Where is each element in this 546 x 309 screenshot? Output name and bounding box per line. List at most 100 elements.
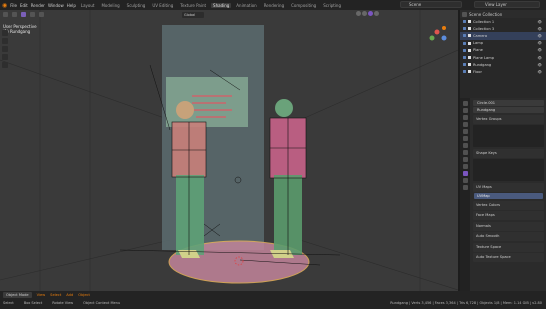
material-shading-icon[interactable]	[368, 11, 373, 16]
menu-help[interactable]: Help	[67, 3, 76, 8]
checkbox-icon[interactable]	[463, 34, 466, 38]
hint-rotate-view: Rotate View	[52, 301, 74, 305]
constraints-tab-icon[interactable]	[462, 164, 468, 169]
panel-texture-space[interactable]: Texture Space	[473, 242, 544, 252]
figure-left	[171, 101, 207, 258]
visibility-icon[interactable]: 👁	[538, 48, 543, 52]
rotate-tool-icon[interactable]	[2, 46, 8, 52]
menu-file[interactable]: File	[10, 3, 17, 8]
select-circle-icon[interactable]	[30, 12, 35, 17]
tab-shading[interactable]: Shading	[211, 2, 232, 8]
panel-shape-keys[interactable]: Shape Keys	[473, 148, 544, 158]
visibility-icon[interactable]: 👁	[538, 56, 543, 60]
outliner-row[interactable]: Camera 👁	[460, 32, 546, 40]
tab-uv-editing[interactable]: UV Editing	[150, 3, 175, 8]
menu-select[interactable]: Select	[50, 293, 61, 297]
hint-select: Select	[3, 301, 14, 305]
physics-tab-icon[interactable]	[462, 157, 468, 162]
texture-tab-icon[interactable]	[462, 185, 468, 190]
blender-logo-icon[interactable]: ◉	[2, 2, 7, 9]
vertex-groups-list[interactable]	[473, 125, 544, 147]
tab-compositing[interactable]: Compositing	[289, 3, 318, 8]
visibility-icon[interactable]: 👁	[538, 41, 543, 45]
select-box-icon[interactable]	[12, 12, 17, 17]
outliner-row[interactable]: Plane 👁	[460, 47, 546, 54]
tab-sculpting[interactable]: Sculpting	[125, 3, 148, 8]
navigation-gizmo[interactable]	[422, 22, 452, 50]
menu-add[interactable]: Add	[66, 293, 73, 297]
select-lasso-icon[interactable]	[39, 12, 44, 17]
tab-scripting[interactable]: Scripting	[321, 3, 343, 8]
data-tab-icon[interactable]	[462, 171, 468, 176]
visibility-icon[interactable]: 👁	[538, 27, 543, 31]
render-tab-icon[interactable]	[462, 108, 468, 113]
editor-type-icon[interactable]	[3, 12, 8, 17]
menu-object[interactable]: Object	[78, 293, 90, 297]
outliner-row[interactable]: Collection 3 👁	[460, 25, 546, 32]
menu-render[interactable]: Render	[31, 3, 45, 8]
outliner[interactable]: Scene Collection Collection 1 👁 Collectio…	[460, 10, 546, 98]
scene-render	[0, 10, 458, 291]
panel-vertex-colors[interactable]: Vertex Colors	[473, 200, 544, 210]
menu-edit[interactable]: Edit	[20, 3, 28, 8]
tab-rendering[interactable]: Rendering	[262, 3, 286, 8]
outliner-row[interactable]: Collection 1 👁	[460, 18, 546, 25]
annotate-tool-icon[interactable]	[2, 62, 8, 68]
solid-shading-icon[interactable]	[362, 11, 367, 16]
tab-modeling[interactable]: Modeling	[99, 3, 121, 8]
menu-view[interactable]: View	[37, 293, 46, 297]
outliner-row[interactable]: Lamp 👁	[460, 40, 546, 47]
panel-auto-smooth[interactable]: Auto Smooth	[473, 232, 544, 241]
transform-orientation-dropdown[interactable]: Global	[182, 12, 204, 18]
lamp-icon	[468, 56, 471, 60]
particles-tab-icon[interactable]	[462, 150, 468, 155]
checkbox-icon[interactable]	[463, 63, 466, 67]
checkbox-icon[interactable]	[463, 70, 466, 74]
tab-animation[interactable]: Animation	[234, 3, 258, 8]
panel-uv-maps[interactable]: UV Maps	[473, 182, 544, 192]
object-tab-icon[interactable]	[462, 136, 468, 141]
checkbox-icon[interactable]	[463, 41, 466, 45]
scale-tool-icon[interactable]	[2, 54, 8, 60]
shape-keys-list[interactable]	[473, 159, 544, 181]
outliner-row[interactable]: Floor 👁	[460, 68, 546, 75]
panel-normals[interactable]: Normals	[473, 221, 544, 231]
checkbox-icon[interactable]	[463, 20, 466, 24]
output-tab-icon[interactable]	[462, 115, 468, 120]
modifier-tab-icon[interactable]	[462, 143, 468, 148]
visibility-icon[interactable]: 👁	[538, 70, 543, 74]
menu-window[interactable]: Window	[48, 3, 64, 8]
material-tab-icon[interactable]	[462, 178, 468, 183]
tab-texture-paint[interactable]: Texture Paint	[178, 3, 208, 8]
tab-layout[interactable]: Layout	[79, 3, 97, 8]
properties-editor[interactable]: Circle.001 Rundgang Vertex Groups Shape …	[460, 98, 546, 291]
checkbox-icon[interactable]	[463, 56, 466, 60]
select-tweak-icon[interactable]	[21, 12, 26, 17]
panel-face-maps[interactable]: Face Maps	[473, 211, 544, 220]
outliner-row[interactable]: Rundgang 👁	[460, 61, 546, 68]
move-tool-icon[interactable]	[2, 38, 8, 44]
mode-selector[interactable]: Object Mode	[3, 292, 32, 298]
checkbox-icon[interactable]	[463, 48, 466, 52]
rendered-shading-icon[interactable]	[374, 11, 379, 16]
visibility-icon[interactable]: 👁	[538, 63, 543, 67]
uv-map-item[interactable]: UVMap	[474, 193, 543, 199]
filter-icon[interactable]	[462, 11, 467, 17]
scene-tab-icon[interactable]	[462, 122, 468, 127]
checkbox-icon[interactable]	[463, 27, 466, 31]
visibility-icon[interactable]: 👁	[538, 34, 543, 38]
3d-viewport[interactable]: Global User Perspective (1) Rundgang	[0, 10, 458, 291]
visibility-icon[interactable]: 👁	[538, 20, 543, 24]
panel-auto-texture-space[interactable]: Auto Texture Space	[473, 253, 544, 262]
world-tab-icon[interactable]	[462, 129, 468, 134]
mesh-data-field[interactable]: Rundgang	[473, 107, 544, 113]
tool-tab-icon[interactable]	[462, 101, 468, 106]
scene-selector[interactable]: Scene	[400, 1, 462, 8]
outliner-row[interactable]: Plane Lamp 👁	[460, 54, 546, 61]
panel-vertex-groups[interactable]: Vertex Groups	[473, 114, 544, 124]
object-name-field[interactable]: Circle.001	[473, 99, 544, 106]
wireframe-shading-icon[interactable]	[356, 11, 361, 16]
cursor-tool-icon[interactable]	[2, 30, 8, 36]
view-layer-selector[interactable]: View Layer	[474, 1, 540, 8]
hint-context-menu: Object Context Menu	[83, 301, 121, 305]
